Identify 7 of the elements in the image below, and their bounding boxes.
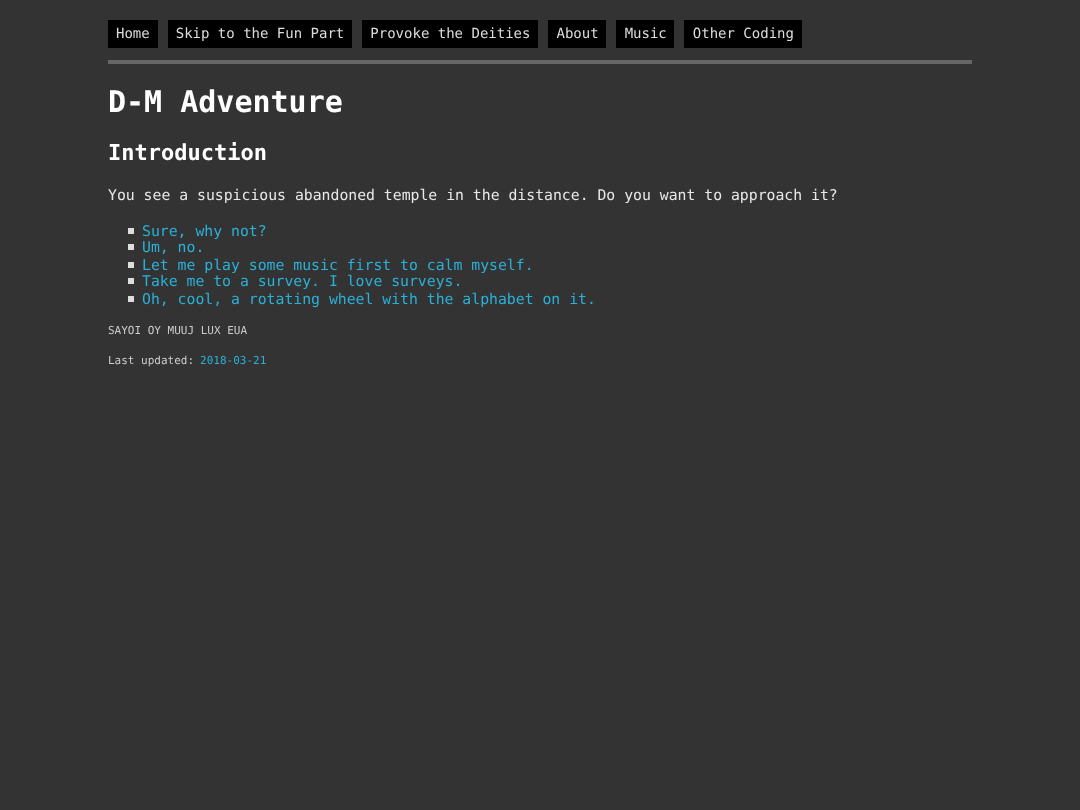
bullet-icon — [128, 244, 134, 251]
page-title: D-M Adventure — [108, 84, 345, 120]
bullet-icon — [128, 261, 134, 268]
bullet-icon — [128, 278, 134, 285]
bullet-icon — [128, 227, 134, 234]
bullet-icon — [128, 295, 134, 302]
section-heading: Introduction — [108, 140, 269, 166]
